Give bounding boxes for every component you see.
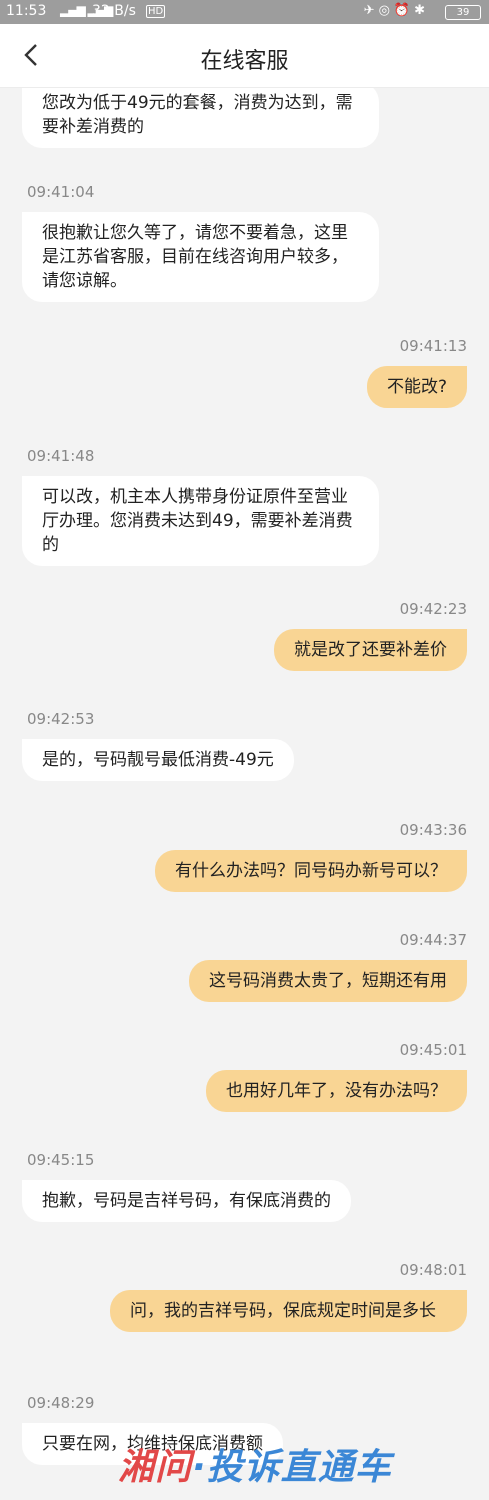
message-timestamp: 09:42:23 [399,600,467,618]
message-text: 也用好几年了，没有办法吗？ [226,1081,447,1101]
battery-icon: 39 [445,5,481,20]
hd-icon: HD [146,5,166,18]
message-timestamp: 09:48:29 [27,1394,95,1412]
message-text: 问，我的吉祥号码，保底规定时间是多长 [130,1301,436,1321]
message-timestamp: 09:43:36 [399,821,467,839]
message-bubble-outgoing: 这号码消费太贵了，短期还有用 [189,960,467,1002]
message-bubble-outgoing: 有什么办法吗？同号码办新号可以？ [155,850,467,892]
message-text: 您改为低于49元的套餐，消费为达到，需要补差消费的 [42,93,353,137]
message-text: 这号码消费太贵了，短期还有用 [209,971,447,991]
message-bubble-outgoing: 问，我的吉祥号码，保底规定时间是多长 [110,1290,467,1332]
message-bubble-incoming: 很抱歉让您久等了，请您不要着急，这里是江苏省客服，目前在线咨询用户较多，请您谅解… [22,212,379,302]
message-bubble-outgoing: 就是改了还要补差价 [274,629,467,671]
message-text: 很抱歉让您久等了，请您不要着急，这里是江苏省客服，目前在线咨询用户较多，请您谅解… [42,223,348,291]
message-bubble-incoming: 可以改，机主本人携带身份证原件至营业厅办理。您消费未达到49，需要补差消费的 [22,476,379,566]
message-timestamp: 09:41:48 [27,447,95,465]
watermark-slogan: ·投诉直通车 [192,1447,392,1488]
status-time: 11:53 [6,3,47,19]
page-title: 在线客服 [200,49,289,74]
message-text: 抱歉，号码是吉祥号码，有保底消费的 [42,1191,331,1211]
message-bubble-incoming: 是的，号码靓号最低消费-49元 [22,739,294,781]
message-bubble-outgoing: 也用好几年了，没有办法吗？ [206,1070,467,1112]
message-timestamp: 09:48:01 [399,1261,467,1279]
message-timestamp: 09:44:37 [399,931,467,949]
message-timestamp: 09:45:15 [27,1151,95,1169]
chat-thread[interactable]: 您改为低于49元的套餐，消费为达到，需要补差消费的 09:41:04 很抱歉让您… [0,88,489,1500]
status-bar: 11:53 ▂▄▆ ▂▄▆ 32 B/s HD ✈◎⏰✱ 39 [0,0,489,24]
message-text: 可以改，机主本人携带身份证原件至营业厅办理。您消费未达到49，需要补差消费的 [42,487,353,555]
message-bubble-outgoing: 不能改? [366,366,467,408]
message-text: 就是改了还要补差价 [294,640,447,660]
message-timestamp: 09:42:53 [27,710,95,728]
message-timestamp: 09:41:13 [399,337,467,355]
watermark-brand: 湘问 [118,1447,193,1488]
network-speed: 32 B/s [92,3,136,19]
message-bubble-incoming: 您改为低于49元的套餐，消费为达到，需要补差消费的 [22,88,379,148]
system-icons: ✈◎⏰✱ [363,3,429,18]
message-timestamp: 09:41:04 [27,183,95,201]
message-bubble-incoming: 抱歉，号码是吉祥号码，有保底消费的 [22,1180,351,1222]
message-timestamp: 09:45:01 [399,1041,467,1059]
nav-bar: 在线客服 [0,24,489,88]
message-text: 有什么办法吗？同号码办新号可以？ [175,861,447,881]
watermark-logo: 湘问·投诉直通车 [118,1438,478,1490]
message-text: 是的，号码靓号最低消费-49元 [42,750,274,770]
message-text: 不能改? [386,377,447,397]
